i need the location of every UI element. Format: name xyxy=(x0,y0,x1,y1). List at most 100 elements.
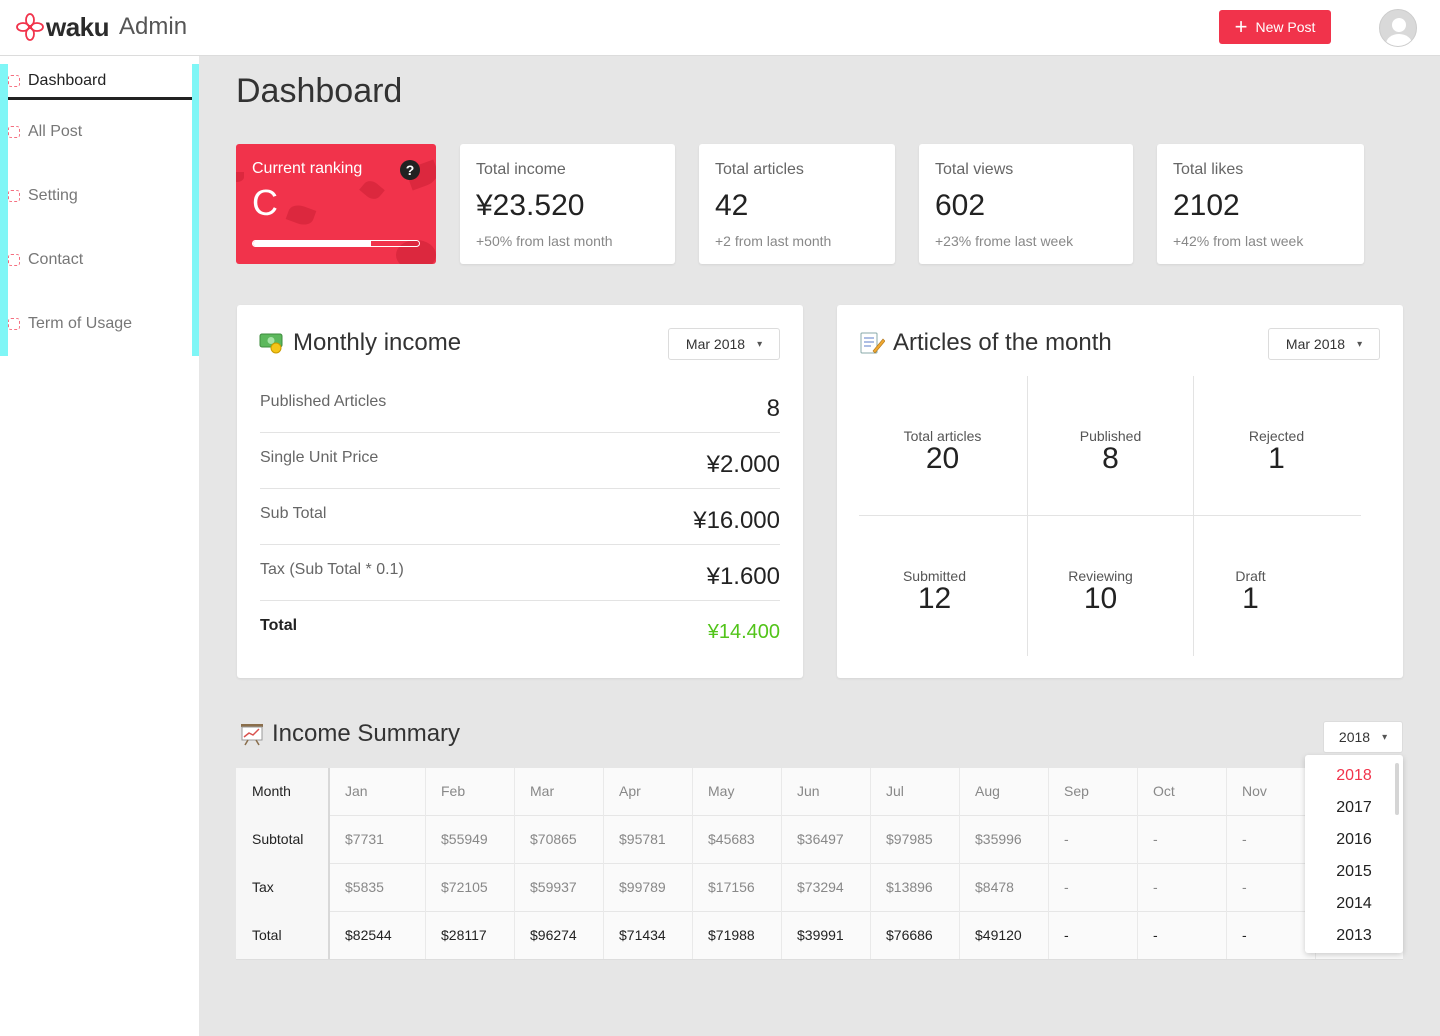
avatar[interactable] xyxy=(1379,9,1417,47)
articles-panel: Articles of the month Mar 2018 ▾ Total a… xyxy=(837,305,1403,678)
presentation-chart-icon xyxy=(241,724,263,746)
table-header-cell: Mar xyxy=(515,768,604,816)
stat-label: Total likes xyxy=(1173,161,1244,178)
leaf-decoration xyxy=(236,172,244,182)
table-header-row: Month Jan Feb Mar Apr May Jun Jul Aug Se… xyxy=(236,768,1403,816)
year-option[interactable]: 2014 xyxy=(1305,888,1403,920)
chevron-down-icon: ▾ xyxy=(1357,338,1363,350)
sidebar-guide-left xyxy=(0,64,8,356)
sidebar: Dashboard All Post Setting Contact Term … xyxy=(0,56,199,1036)
user-avatar-icon xyxy=(1386,18,1412,46)
table-header-cell: May xyxy=(693,768,782,816)
help-icon[interactable]: ? xyxy=(400,160,420,180)
sidebar-item-contact[interactable]: Contact xyxy=(8,242,192,278)
page-title: Dashboard xyxy=(236,72,403,110)
income-total-value: ¥14.400 xyxy=(707,621,780,643)
year-select[interactable]: 2018 ▾ xyxy=(1323,721,1403,753)
table-cell: $82544 xyxy=(330,912,426,959)
sidebar-item-dashboard[interactable]: Dashboard xyxy=(8,64,192,100)
sidebar-item-setting[interactable]: Setting xyxy=(8,178,192,214)
year-option[interactable]: 2017 xyxy=(1305,792,1403,824)
memo-icon xyxy=(860,332,885,354)
table-cell: - xyxy=(1049,816,1138,864)
ranking-card: Current ranking C ? xyxy=(236,144,436,264)
select-value: Mar 2018 xyxy=(685,336,746,352)
stat-value: 2102 xyxy=(1173,189,1240,222)
logo[interactable]: waku Admin xyxy=(16,12,187,42)
stat-label: Total income xyxy=(476,161,566,178)
ranking-progress-fill xyxy=(253,241,371,246)
monthly-income-month-select[interactable]: Mar 2018 ▾ xyxy=(668,328,780,360)
table-header-cell: Oct xyxy=(1138,768,1227,816)
sidebar-item-all-post[interactable]: All Post xyxy=(8,114,192,150)
table-cell: $49120 xyxy=(960,912,1049,959)
article-stat-cell: Rejected 1 xyxy=(1193,376,1360,516)
stat-card-total-articles: Total articles 42 +2 from last month xyxy=(699,144,895,264)
stat-value: 602 xyxy=(935,189,986,222)
income-row: Tax (Sub Total * 0.1) ¥1.600 xyxy=(260,545,780,601)
table-cell: - xyxy=(1227,864,1316,912)
table-row: Subtotal $7731 $55949 $70865 $95781 $456… xyxy=(236,816,1403,864)
contact-icon xyxy=(8,254,20,266)
year-option[interactable]: 2018 xyxy=(1305,760,1403,792)
sidebar-item-label: Term of Usage xyxy=(28,315,133,332)
year-option[interactable]: 2013 xyxy=(1305,920,1403,952)
new-post-button[interactable]: + New Post xyxy=(1219,10,1331,44)
sidebar-item-label: Setting xyxy=(28,187,78,204)
table-cell: $36497 xyxy=(782,816,871,864)
table-cell: - xyxy=(1138,864,1227,912)
table-cell: - xyxy=(1227,816,1316,864)
table-cell: $28117 xyxy=(426,912,515,959)
terms-icon xyxy=(8,318,20,330)
stat-card-total-views: Total views 602 +23% frome last week xyxy=(919,144,1133,264)
table-cell: $95781 xyxy=(604,816,693,864)
logo-sub: Admin xyxy=(119,13,188,40)
article-stat-value: 10 xyxy=(1083,582,1118,615)
articles-month-select[interactable]: Mar 2018 ▾ xyxy=(1268,328,1380,360)
table-header-cell: Jul xyxy=(871,768,960,816)
article-stat-value: 1 xyxy=(1268,442,1285,475)
table-cell: $71434 xyxy=(604,912,693,959)
table-cell: - xyxy=(1049,864,1138,912)
table-cell: - xyxy=(1049,912,1138,959)
year-option[interactable]: 2015 xyxy=(1305,856,1403,888)
table-cell: $55949 xyxy=(426,816,515,864)
table-cell: - xyxy=(1227,912,1316,959)
income-row: Published Articles 8 xyxy=(260,377,780,433)
table-cell: $7731 xyxy=(330,816,426,864)
income-row-label: Total xyxy=(260,617,298,634)
setting-icon xyxy=(8,190,20,202)
article-stat-value: 20 xyxy=(925,442,960,475)
row-label: Total xyxy=(236,912,330,959)
monthly-income-title: Monthly income xyxy=(259,329,461,357)
table-cell: $70865 xyxy=(515,816,604,864)
stat-label: Total views xyxy=(935,161,1014,178)
table-cell: - xyxy=(1138,912,1227,959)
sidebar-item-term-of-usage[interactable]: Term of Usage xyxy=(8,306,192,342)
table-cell: $72105 xyxy=(426,864,515,912)
table-header-cell: Nov xyxy=(1227,768,1316,816)
income-row-value: ¥16.000 xyxy=(693,507,780,534)
table-row: Total $82544 $28117 $96274 $71434 $71988… xyxy=(236,912,1403,959)
row-label: Subtotal xyxy=(236,816,330,864)
income-row-label: Sub Total xyxy=(260,505,327,522)
article-stat-cell: Published 8 xyxy=(1027,376,1194,516)
year-option[interactable]: 2016 xyxy=(1305,824,1403,856)
year-dropdown-menu[interactable]: 2018 2017 2016 2015 2014 2013 xyxy=(1305,755,1403,953)
plus-icon: + xyxy=(1234,14,1248,39)
row-label: Tax xyxy=(236,864,330,912)
select-value: 2018 xyxy=(1338,729,1371,745)
stat-sub: +23% frome last week xyxy=(935,233,1074,249)
posts-icon xyxy=(8,126,20,138)
flower-logo-icon xyxy=(16,13,44,41)
logo-text: waku xyxy=(46,11,110,42)
money-icon xyxy=(259,333,283,354)
table-cell: - xyxy=(1138,816,1227,864)
table-cell: $73294 xyxy=(782,864,871,912)
chevron-down-icon: ▾ xyxy=(1382,731,1388,743)
income-total-row: Total ¥14.400 xyxy=(260,601,780,657)
table-cell: $35996 xyxy=(960,816,1049,864)
articles-title: Articles of the month xyxy=(859,329,1112,357)
article-stat-cell: Submitted 12 xyxy=(851,516,1018,656)
table-cell: $39991 xyxy=(782,912,871,959)
